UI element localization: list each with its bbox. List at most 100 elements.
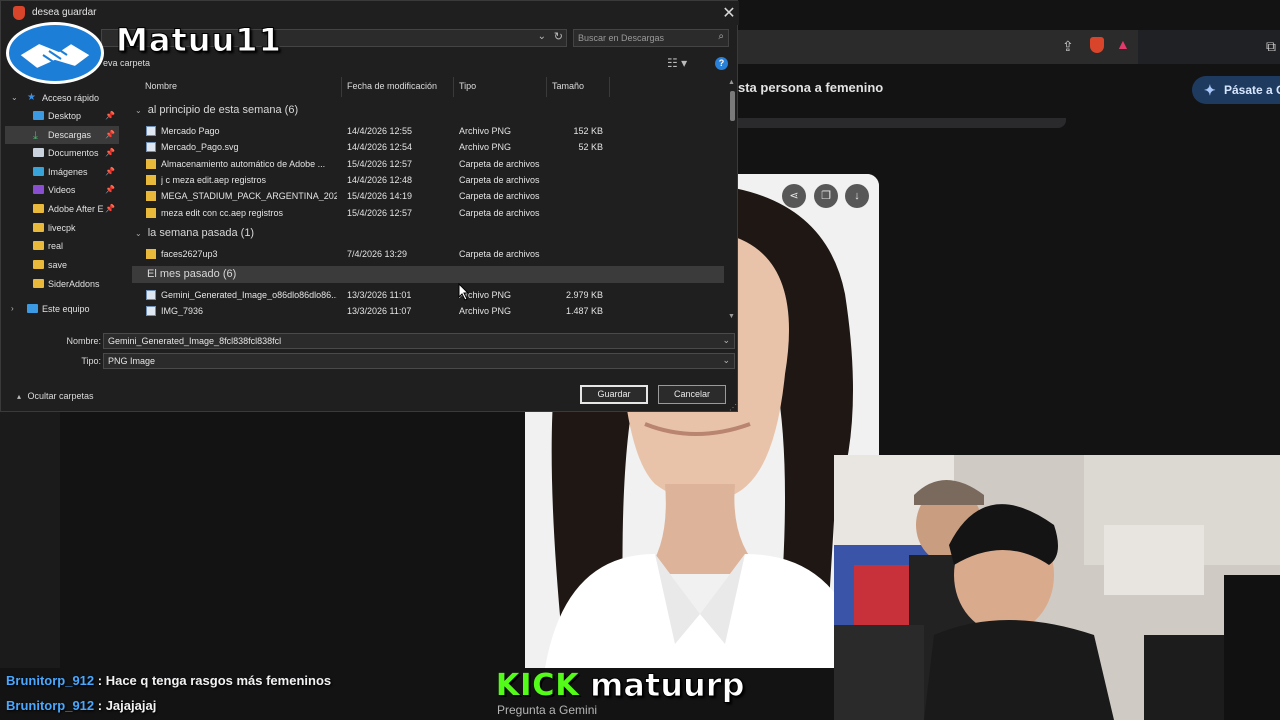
cancel-button[interactable]: Cancelar [658, 385, 726, 404]
brave-shield-icon[interactable] [1090, 37, 1104, 53]
png-file-icon [146, 142, 156, 152]
column-size[interactable]: Tamaño [552, 81, 584, 91]
file-date: 15/4/2026 14:19 [347, 191, 413, 201]
column-divider[interactable] [546, 77, 547, 97]
filetype-select[interactable]: PNG Image ⌄ [103, 353, 735, 369]
column-name[interactable]: Nombre [145, 81, 177, 91]
download-image-icon[interactable]: ↓ [845, 184, 869, 208]
png-file-icon [146, 290, 156, 300]
help-icon[interactable]: ? [715, 57, 728, 70]
column-divider[interactable] [453, 77, 454, 97]
nav-this-pc[interactable]: › Este equipo [5, 300, 119, 318]
search-box[interactable]: ⌕ [573, 29, 729, 47]
scroll-up-icon[interactable]: ▲ [728, 79, 735, 86]
close-icon[interactable]: ✕ [719, 3, 739, 23]
video-icon [33, 185, 44, 194]
gemini-left-panel [0, 412, 525, 668]
file-name: MEGA_STADIUM_PACK_ARGENTINA_2026 [161, 191, 337, 201]
chat-username: Brunitorp_912 [6, 673, 95, 688]
hide-folders-toggle[interactable]: ▴ Ocultar carpetas [17, 391, 94, 401]
nav-adobe-after-effects[interactable]: Adobe After E 📌 [5, 200, 119, 218]
file-row[interactable]: j c meza edit.aep registros 14/4/2026 12… [141, 172, 721, 188]
nav-sideraddons[interactable]: SiderAddons [5, 275, 119, 293]
column-divider[interactable] [341, 77, 342, 97]
column-divider[interactable] [609, 77, 610, 97]
filetype-value: PNG Image [108, 356, 156, 366]
chevron-down-icon[interactable]: ⌄ [538, 31, 546, 42]
file-row[interactable]: meza edit con cc.aep registros 15/4/2026… [141, 205, 721, 221]
group-header-this-week[interactable]: ⌄ al principio de esta semana (6) [135, 104, 298, 116]
upgrade-button[interactable]: ✦ Pásate a G [1192, 76, 1280, 104]
filename-value: Gemini_Generated_Image_8fcl838fcl838fcl [108, 336, 282, 346]
file-type: Archivo PNG [459, 126, 512, 136]
dialog-title-bar: desea guardar ✕ [1, 1, 739, 25]
file-size: 1.487 KB [565, 306, 603, 316]
handshake-logo [6, 22, 104, 84]
folder-icon [33, 260, 44, 269]
group-label: El mes pasado (6) [147, 268, 237, 280]
file-row[interactable]: MEGA_STADIUM_PACK_ARGENTINA_2026 15/4/20… [141, 188, 721, 204]
refresh-icon[interactable]: ↻ [554, 30, 563, 43]
prompt-bubble-edge [738, 118, 1066, 128]
share-image-icon[interactable]: ⋖ [782, 184, 806, 208]
collapse-icon[interactable]: ⌄ [135, 229, 142, 238]
expand-icon[interactable]: › [11, 300, 14, 318]
file-row[interactable]: IMG_7936 13/3/2026 11:07 Archivo PNG 1.4… [141, 303, 721, 319]
copy-image-icon[interactable]: ❐ [814, 184, 838, 208]
search-input[interactable] [578, 32, 708, 44]
share-icon[interactable]: ⇪ [1062, 38, 1074, 55]
nav-label: SiderAddons [48, 279, 100, 289]
nav-quick-access[interactable]: ⌄ ★ Acceso rápido [5, 89, 119, 107]
column-type[interactable]: Tipo [459, 81, 476, 91]
resize-grip-icon[interactable]: ⋰ [729, 403, 737, 412]
extensions-icon[interactable]: ⧉ [1266, 38, 1276, 55]
expand-icon[interactable]: ⌄ [11, 89, 18, 107]
file-row[interactable]: Gemini_Generated_Image_o86dlo86dlo86... … [141, 287, 721, 303]
save-button[interactable]: Guardar [580, 385, 648, 404]
new-folder-button[interactable]: eva carpeta [103, 58, 150, 68]
folder-icon [33, 279, 44, 288]
file-name: Mercado Pago [161, 126, 220, 136]
pin-icon: 📌 [105, 185, 115, 194]
chevron-down-icon[interactable]: ⌄ [722, 355, 730, 366]
file-row[interactable]: faces2627up3 7/4/2026 13:29 Carpeta de a… [141, 246, 721, 262]
column-date[interactable]: Fecha de modificación [347, 81, 437, 91]
nav-documents[interactable]: Documentos 📌 [5, 144, 119, 162]
nav-desktop[interactable]: Desktop 📌 [5, 107, 119, 125]
filename-label: Nombre: [66, 336, 101, 346]
folder-icon [146, 208, 156, 218]
nav-downloads[interactable]: ⤓ Descargas 📌 [5, 126, 119, 144]
scroll-thumb[interactable] [730, 91, 735, 121]
brave-rewards-icon[interactable]: ▲ [1116, 36, 1130, 52]
file-row[interactable]: Almacenamiento automático de Adobe ... 1… [141, 156, 721, 172]
pin-icon: 📌 [105, 130, 115, 139]
browser-address-bar[interactable] [738, 30, 1138, 64]
file-date: 15/4/2026 12:57 [347, 159, 413, 169]
view-options-icon[interactable]: ☷ ▾ [667, 56, 687, 70]
gemini-input-placeholder[interactable]: Pregunta a Gemini [497, 703, 597, 717]
nav-label: Desktop [48, 111, 82, 121]
folder-icon [33, 241, 44, 250]
chevron-down-icon[interactable]: ⌄ [722, 335, 730, 346]
hide-folders-label: Ocultar carpetas [27, 391, 94, 401]
file-list-scrollbar[interactable]: ▲ ▼ [728, 79, 737, 323]
file-row[interactable]: Mercado Pago 14/4/2026 12:55 Archivo PNG… [141, 123, 721, 139]
nav-images[interactable]: Imágenes 📌 [5, 163, 119, 181]
collapse-icon[interactable]: ⌄ [135, 106, 142, 115]
nav-livecpk[interactable]: livecpk [5, 219, 119, 237]
folder-icon [146, 159, 156, 169]
file-name: Mercado_Pago.svg [161, 142, 239, 152]
group-header-last-month[interactable]: El mes pasado (6) [147, 268, 236, 280]
upgrade-label: Pásate a G [1224, 83, 1280, 97]
filename-input[interactable]: Gemini_Generated_Image_8fcl838fcl838fcl … [103, 333, 735, 349]
nav-real[interactable]: real [5, 237, 119, 255]
file-type: Archivo PNG [459, 142, 512, 152]
file-row[interactable]: Mercado_Pago.svg 14/4/2026 12:54 Archivo… [141, 139, 721, 155]
scroll-down-icon[interactable]: ▼ [728, 313, 735, 320]
gemini-sidebar [0, 412, 60, 668]
chat-username: Brunitorp_912 [6, 698, 95, 713]
group-header-last-week[interactable]: ⌄ la semana pasada (1) [135, 227, 254, 239]
file-date: 14/4/2026 12:55 [347, 126, 413, 136]
nav-videos[interactable]: Videos 📌 [5, 181, 119, 199]
nav-save[interactable]: save [5, 256, 119, 274]
